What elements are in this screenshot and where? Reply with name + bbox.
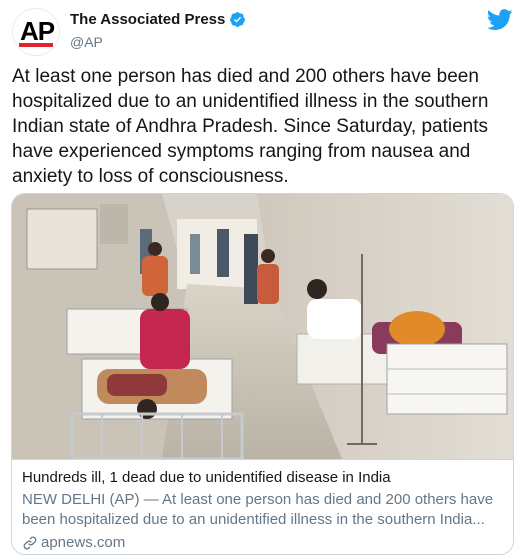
card-title: Hundreds ill, 1 dead due to unidentified… [22,469,391,486]
ap-logo-red-bar [19,43,53,47]
link-icon [22,535,38,551]
tweet-header: AP The Associated Press @AP [12,8,513,56]
verified-badge-icon [229,11,246,28]
card-description: NEW DELHI (AP) — At least one person has… [22,491,494,528]
card-domain[interactable]: apnews.com [41,534,125,551]
card-domain-row: apnews.com [22,534,503,551]
tweet-embed: AP The Associated Press @AP At least one… [0,0,525,558]
tweet-text: At least one person has died and 200 oth… [12,66,489,187]
card-meta: Hundreds ill, 1 dead due to unidentified… [12,459,513,554]
avatar[interactable]: AP [12,8,60,56]
twitter-bird-icon[interactable] [486,9,513,31]
link-card[interactable]: Hundreds ill, 1 dead due to unidentified… [11,193,514,555]
display-name-row: The Associated Press [70,11,246,28]
card-image [12,194,513,459]
display-name[interactable]: The Associated Press [70,11,225,28]
account-handle[interactable]: @AP [70,34,246,50]
account-names: The Associated Press @AP [70,11,246,50]
